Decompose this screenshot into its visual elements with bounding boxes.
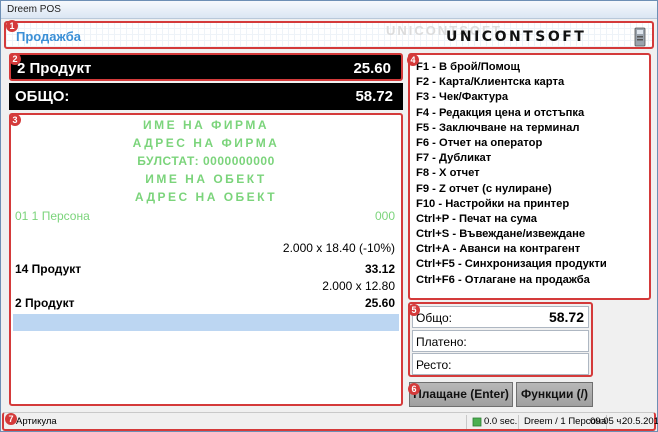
callout-badge-7: 7: [5, 413, 17, 425]
receipt-line-left: 14 Продукт: [15, 262, 82, 276]
shortcut-item[interactable]: Ctrl+P - Печат на сума: [416, 212, 607, 227]
shortcut-item[interactable]: F6 - Отчет на оператор: [416, 136, 607, 151]
receipt-line-right: 2.000 x 18.40 (-10%): [282, 241, 395, 255]
receipt-company-name: ИМЕ НА ФИРМА: [143, 118, 269, 132]
change-field: Ресто:: [412, 353, 589, 375]
printer-icon[interactable]: [633, 26, 647, 48]
shortcut-item[interactable]: F4 - Редакция цена и отстъпка: [416, 106, 607, 121]
receipt-line-right: 2.000 x 12.80: [322, 279, 395, 293]
total-amount: 58.72: [355, 88, 393, 105]
callout-badge-5: 5: [408, 304, 420, 316]
total-field-label: Общо:: [416, 311, 452, 325]
change-field-label: Ресто:: [416, 358, 452, 372]
total-label: ОБЩО:: [15, 88, 70, 105]
total-field: Общо: 58.72: [412, 306, 589, 328]
paid-field[interactable]: Платено:: [412, 330, 589, 352]
shortcut-item[interactable]: F2 - Карта/Клиентска карта: [416, 75, 607, 90]
mode-label: Продажба: [16, 29, 82, 44]
status-separator: [466, 415, 467, 429]
callout-badge-6: 6: [408, 383, 420, 395]
shortcut-item[interactable]: F10 - Настройки на принтер: [416, 197, 607, 212]
pos-window: Dreem POS Продажба UNICONTSOFT UNICONTSO…: [0, 0, 658, 432]
shortcut-list: F1 - В брой/Помощ F2 - Карта/Клиентска к…: [416, 60, 607, 288]
receipt-selected-row[interactable]: [13, 314, 399, 331]
receipt-line-right: 33.12: [364, 262, 395, 276]
title-bar: Dreem POS: [1, 1, 657, 19]
functions-button[interactable]: Функции (/): [516, 382, 593, 407]
receipt-number: 000: [374, 209, 395, 223]
paid-field-label: Платено:: [416, 335, 467, 349]
receipt-bulstat: БУЛСТАТ: 0000000000: [137, 154, 275, 168]
status-separator: [518, 415, 519, 429]
shortcut-item[interactable]: Ctrl+F5 - Синхронизация продукти: [416, 257, 607, 272]
receipt-panel[interactable]: ИМЕ НА ФИРМА АДРЕС НА ФИРМА БУЛСТАТ: 000…: [9, 113, 403, 406]
payment-totals: Общо: 58.72 Платено: Ресто:: [408, 302, 593, 377]
status-bar: Артикула 0.0 sec. Dreem / 1 Персона 09:0…: [2, 412, 658, 431]
shortcut-item[interactable]: Ctrl+S - Въвеждане/извеждане: [416, 227, 607, 242]
shortcut-item[interactable]: F7 - Дубликат: [416, 151, 607, 166]
receipt-site-name: ИМЕ НА ОБЕКТ: [145, 172, 267, 186]
header-bar: Продажба UNICONTSOFT UNICONTSOFT: [4, 21, 654, 49]
callout-badge-1: 1: [6, 20, 18, 32]
last-item-amount: 25.60: [353, 60, 391, 77]
shortcut-item[interactable]: F1 - В брой/Помощ: [416, 60, 607, 75]
pay-button[interactable]: Плащане (Enter): [409, 382, 513, 407]
receipt-site-address: АДРЕС НА ОБЕКТ: [134, 190, 278, 204]
total-display: ОБЩО: 58.72: [9, 83, 403, 110]
status-date: 20.5.2013: [622, 416, 658, 427]
shortcut-panel: F1 - В брой/Помощ F2 - Карта/Клиентска к…: [408, 53, 651, 300]
shortcut-item[interactable]: F8 - X отчет: [416, 166, 607, 181]
receipt-company-address: АДРЕС НА ФИРМА: [132, 136, 280, 150]
shortcut-item[interactable]: F5 - Заключване на терминал: [416, 121, 607, 136]
shortcut-item[interactable]: Ctrl+F6 - Отлагане на продажба: [416, 273, 607, 288]
last-item-name: 2 Продукт: [17, 60, 92, 77]
brand-logo: UNICONTSOFT: [446, 29, 587, 45]
status-time: 09:05 ч.: [590, 416, 625, 427]
status-timing: 0.0 sec.: [484, 416, 518, 427]
receipt-operator: 01 1 Персона: [15, 209, 90, 223]
last-item-display: 2 Продукт 25.60: [9, 53, 403, 81]
callout-badge-4: 4: [407, 54, 419, 66]
shortcut-item[interactable]: F3 - Чек/Фактура: [416, 90, 607, 105]
receipt-line-left: 2 Продукт: [15, 296, 75, 310]
receipt-line-right: 25.60: [364, 296, 395, 310]
timer-icon: [472, 417, 482, 427]
status-item-label: Артикула: [16, 416, 57, 427]
shortcut-item[interactable]: Ctrl+A - Аванси на контрагент: [416, 242, 607, 257]
window-title: Dreem POS: [7, 4, 61, 15]
total-field-value: 58.72: [548, 309, 584, 325]
shortcut-item[interactable]: F9 - Z отчет (с нулиране): [416, 182, 607, 197]
callout-badge-3: 3: [9, 114, 21, 126]
callout-badge-2: 2: [9, 53, 21, 65]
